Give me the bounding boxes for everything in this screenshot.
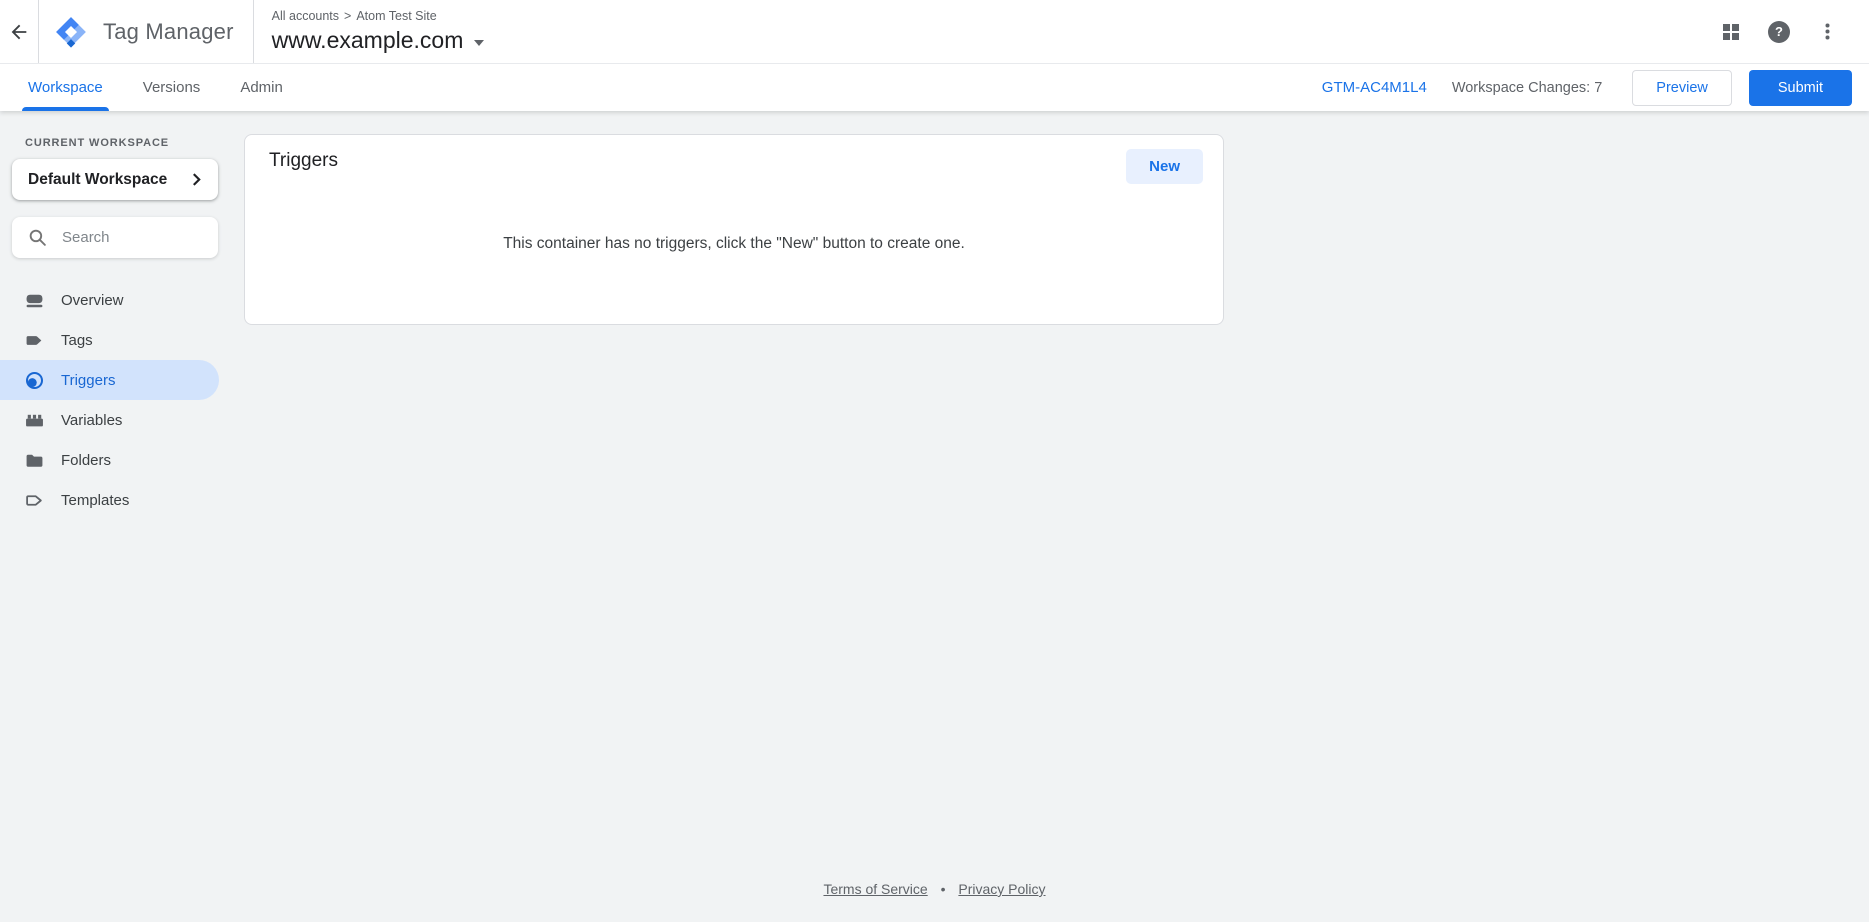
back-button[interactable] [0, 0, 38, 63]
workspace-changes-label: Workspace Changes: [1452, 80, 1590, 96]
folder-icon [25, 451, 44, 470]
tag-manager-logo-icon [54, 15, 88, 49]
help-icon: ? [1768, 21, 1790, 43]
footer-separator: • [941, 881, 946, 897]
arrow-left-icon [8, 21, 30, 43]
privacy-policy-link[interactable]: Privacy Policy [958, 881, 1045, 897]
breadcrumb-account-name[interactable]: Atom Test Site [356, 9, 436, 23]
page-title: Triggers [269, 150, 338, 172]
sidebar-item-overview[interactable]: Overview [0, 280, 219, 320]
triggers-card: Triggers New This container has no trigg… [244, 134, 1224, 325]
tab-workspace[interactable]: Workspace [26, 64, 105, 111]
tabbar-actions: GTM-AC4M1L4 Workspace Changes: 7 Preview… [1322, 70, 1852, 106]
sidebar-item-triggers[interactable]: Triggers [0, 360, 219, 400]
sidebar-item-label: Templates [61, 492, 129, 509]
workspace-name: Default Workspace [28, 171, 190, 189]
google-apps-button[interactable] [1711, 12, 1751, 52]
sidebar-item-tags[interactable]: Tags [0, 320, 219, 360]
sidebar-item-templates[interactable]: Templates [0, 480, 219, 520]
sidebar-item-label: Triggers [61, 372, 115, 389]
current-workspace-label: CURRENT WORKSPACE [25, 137, 228, 149]
breadcrumb-all-accounts[interactable]: All accounts [272, 9, 339, 23]
workspace-changes: Workspace Changes: 7 [1452, 80, 1602, 96]
sidebar-item-label: Variables [61, 412, 122, 429]
tag-icon [25, 331, 44, 350]
container-header: All accounts > Atom Test Site www.exampl… [254, 9, 485, 54]
empty-state-message: This container has no triggers, click th… [245, 235, 1223, 253]
new-trigger-button[interactable]: New [1126, 149, 1203, 184]
breadcrumb: All accounts > Atom Test Site [272, 9, 485, 23]
chevron-right-icon [190, 173, 203, 186]
search-icon [28, 228, 47, 247]
app-header: Tag Manager All accounts > Atom Test Sit… [0, 0, 1869, 64]
help-button[interactable]: ? [1759, 12, 1799, 52]
breadcrumb-separator: > [344, 9, 351, 23]
submit-button[interactable]: Submit [1749, 70, 1852, 106]
tag-manager-app: Tag Manager All accounts > Atom Test Sit… [0, 0, 1869, 922]
app-title: Tag Manager [103, 19, 234, 45]
more-options-button[interactable] [1807, 12, 1847, 52]
workspace-selector[interactable]: Default Workspace [12, 159, 218, 200]
sidebar-item-label: Overview [61, 292, 124, 309]
variables-icon [25, 411, 44, 430]
sidebar-item-label: Tags [61, 332, 93, 349]
trigger-icon [25, 371, 44, 390]
tab-versions[interactable]: Versions [141, 64, 203, 111]
workspace-tabbar: Workspace Versions Admin GTM-AC4M1L4 Wor… [0, 64, 1869, 111]
sidebar-search [12, 217, 218, 258]
sidebar-item-variables[interactable]: Variables [0, 400, 219, 440]
sidebar: CURRENT WORKSPACE Default Workspace [0, 112, 228, 922]
overview-icon [25, 291, 44, 310]
template-icon [25, 491, 44, 510]
header-actions: ? [1711, 12, 1869, 52]
container-domain: www.example.com [272, 27, 464, 54]
search-input[interactable] [62, 229, 218, 246]
preview-button[interactable]: Preview [1632, 70, 1732, 106]
tag-manager-home-link[interactable]: Tag Manager [39, 15, 253, 49]
sidebar-item-label: Folders [61, 452, 111, 469]
sidebar-item-folders[interactable]: Folders [0, 440, 219, 480]
caret-down-icon [474, 40, 484, 46]
container-selector[interactable]: www.example.com [272, 27, 485, 54]
more-vertical-icon [1818, 22, 1837, 41]
nav-tabs: Workspace Versions Admin [26, 64, 285, 111]
tab-admin[interactable]: Admin [238, 64, 285, 111]
workspace-changes-count: 7 [1594, 80, 1602, 96]
page-footer: Terms of Service • Privacy Policy [0, 881, 1869, 897]
apps-grid-icon [1722, 23, 1740, 41]
terms-of-service-link[interactable]: Terms of Service [823, 881, 927, 897]
sidebar-nav: Overview Tags Triggers [0, 280, 228, 520]
container-id-link[interactable]: GTM-AC4M1L4 [1322, 79, 1427, 96]
